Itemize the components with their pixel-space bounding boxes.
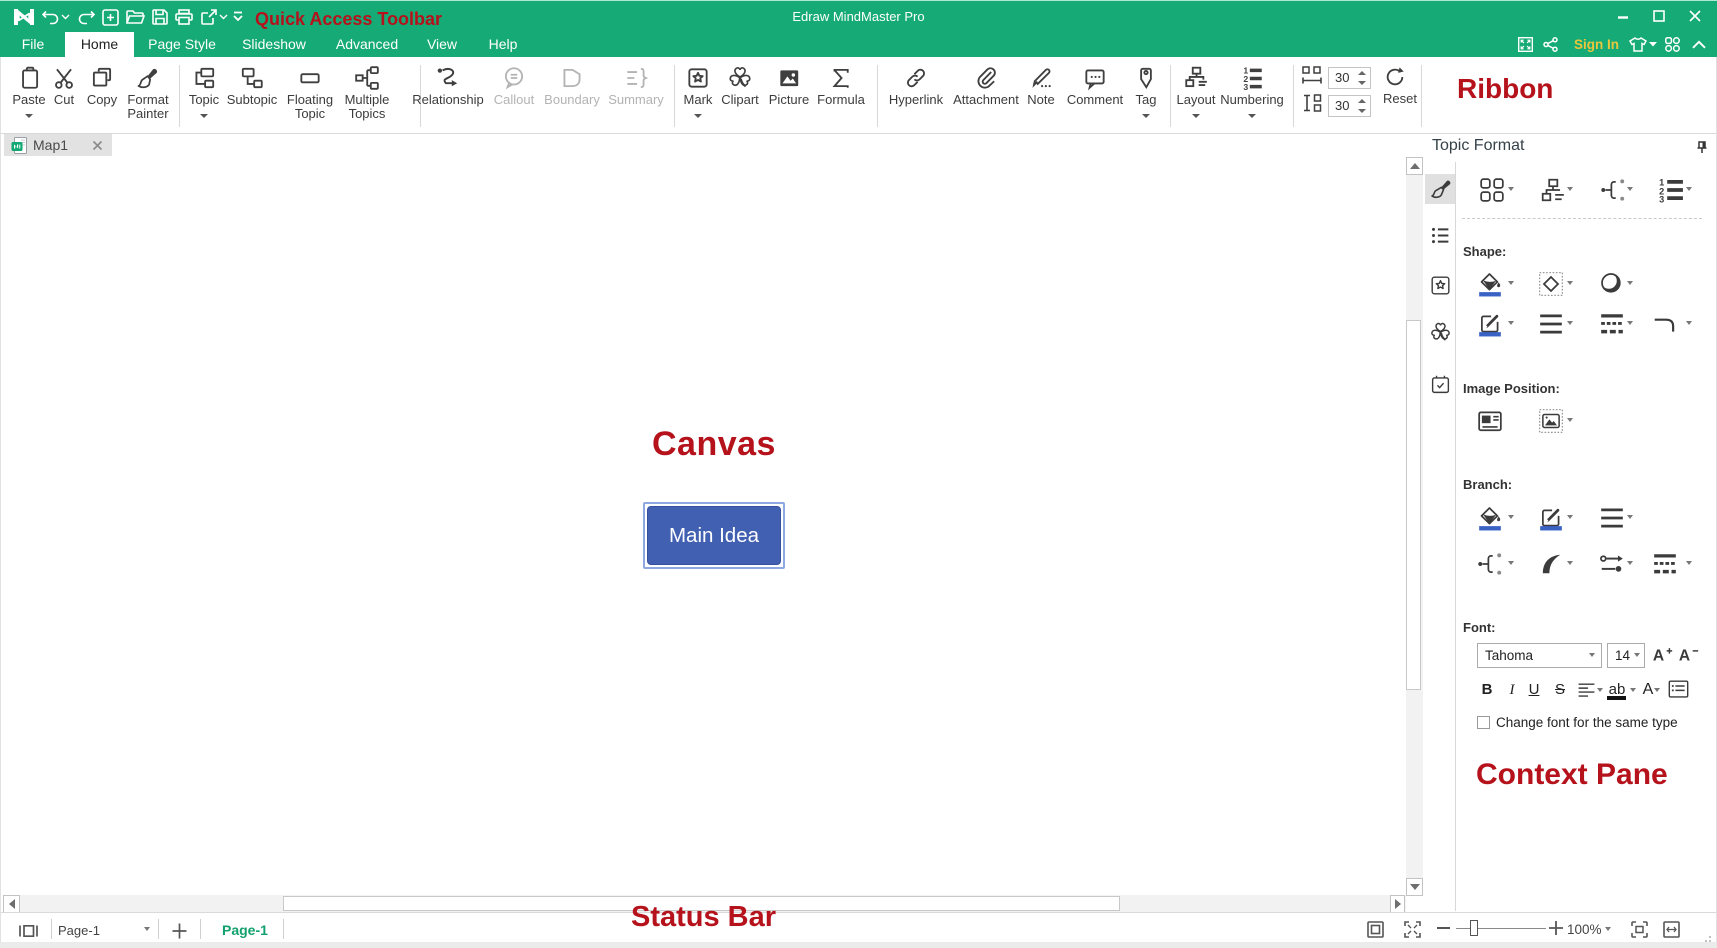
svg-text:3: 3 — [1659, 194, 1664, 203]
svg-text:3: 3 — [1243, 82, 1248, 91]
svg-text:A: A — [1679, 648, 1690, 665]
svg-text:A: A — [1653, 648, 1664, 665]
